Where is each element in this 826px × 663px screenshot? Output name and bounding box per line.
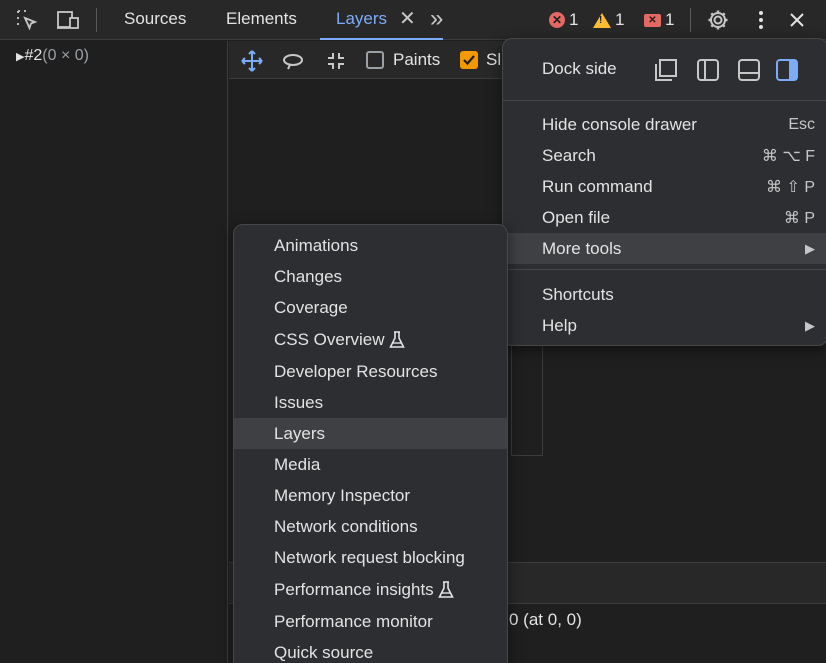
menu-item-shortcut: Esc [788, 115, 815, 133]
experiment-flask-icon [437, 580, 454, 598]
undock-icon[interactable] [653, 57, 679, 83]
devtools-toolbar: Sources Elements Layers ✕ » ✕ 1 ! 1 ✕ 1 [0, 0, 826, 40]
layer-size: (0 × 0) [42, 47, 89, 64]
warnings-badge[interactable]: ! 1 [593, 9, 624, 31]
menu-item-label: Help [542, 315, 577, 335]
submenu-item-layers[interactable]: Layers [234, 418, 507, 449]
toolbar-separator [690, 8, 691, 32]
submenu-item-label: Animations [274, 235, 359, 255]
rotate-mode-icon[interactable] [280, 48, 306, 74]
submenu-item-coverage[interactable]: Coverage [234, 292, 507, 323]
error-icon: ✕ [549, 12, 565, 28]
menu-item-hide-console-drawer[interactable]: Hide console drawer Esc [503, 109, 826, 140]
submenu-item-animations[interactable]: Animations [234, 230, 507, 261]
reset-transform-icon[interactable] [323, 48, 349, 74]
warnings-count: 1 [615, 10, 625, 29]
dock-right-icon[interactable] [774, 57, 800, 83]
close-icon[interactable] [783, 6, 811, 34]
dock-left-icon[interactable] [695, 57, 721, 83]
slow-scroll-checkbox[interactable] [460, 51, 478, 69]
submenu-item-label: Developer Resources [274, 361, 438, 381]
issues-badge[interactable]: ✕ 1 [644, 9, 674, 31]
menu-divider [503, 100, 826, 101]
submenu-item-memory-inspector[interactable]: Memory Inspector [234, 480, 507, 511]
dock-bottom-icon[interactable] [736, 57, 762, 83]
submenu-item-label: Network conditions [274, 516, 418, 536]
paints-label: Paints [393, 50, 441, 69]
submenu-item-label: Layers [274, 423, 326, 443]
submenu-item-label: Changes [274, 266, 343, 286]
submenu-item-network-request-blocking[interactable]: Network request blocking [234, 542, 507, 573]
menu-item-search[interactable]: Search ⌘ ⌥ F [503, 140, 826, 171]
menu-item-label: Run command [542, 176, 653, 196]
submenu-item-label: Performance monitor [274, 611, 433, 631]
menu-item-shortcut: ⌘ ⇧ P [766, 178, 815, 196]
menu-item-label: More tools [542, 238, 622, 258]
menu-item-shortcut: ⌘ ⌥ F [761, 147, 815, 165]
submenu-item-label: Media [274, 454, 321, 474]
layer-id: #2 [24, 47, 43, 64]
issue-icon: ✕ [644, 13, 661, 27]
menu-item-shortcut: ⌘ P [783, 209, 815, 227]
submenu-item-quick-source[interactable]: Quick source [234, 637, 507, 663]
menu-item-help[interactable]: Help ▶ [503, 310, 826, 341]
submenu-item-label: CSS Overview [274, 329, 385, 349]
more-tools-submenu: Animations Changes Coverage CSS Overview… [233, 224, 508, 663]
errors-badge[interactable]: ✕ 1 [549, 9, 578, 31]
layer-canvas-rect [511, 330, 543, 456]
pan-mode-icon[interactable] [239, 48, 265, 74]
menu-item-open-file[interactable]: Open file ⌘ P [503, 202, 826, 233]
customize-menu: Dock side Hide console drawer Esc Search… [502, 38, 826, 346]
submenu-item-developer-resources[interactable]: Developer Resources [234, 356, 507, 387]
tab-close-icon[interactable]: ✕ [399, 0, 416, 40]
submenu-item-media[interactable]: Media [234, 449, 507, 480]
menu-divider [503, 269, 826, 270]
toolbar-separator [96, 8, 97, 32]
submenu-item-network-conditions[interactable]: Network conditions [234, 511, 507, 542]
warning-icon: ! [593, 12, 611, 28]
menu-item-shortcuts[interactable]: Shortcuts [503, 279, 826, 310]
layer-tree-item[interactable]: ▶#2(0 × 0) [16, 47, 89, 65]
menu-item-label: Search [542, 145, 596, 165]
experiment-flask-icon [388, 330, 405, 348]
layer-tree-pane: ▶#2(0 × 0) [0, 41, 228, 663]
submenu-item-label: Performance insights [274, 579, 434, 599]
menu-item-more-tools[interactable]: More tools ▶ [503, 233, 826, 264]
issues-count: 1 [665, 10, 675, 29]
device-toolbar-icon[interactable] [55, 6, 83, 34]
menu-item-label: Open file [542, 207, 611, 227]
menu-item-label: Hide console drawer [542, 114, 697, 134]
menu-item-label: Shortcuts [542, 284, 614, 304]
submenu-item-label: Memory Inspector [274, 485, 411, 505]
menu-item-run-command[interactable]: Run command ⌘ ⇧ P [503, 171, 826, 202]
submenu-item-performance-insights[interactable]: Performance insights [234, 574, 507, 605]
submenu-item-label: Coverage [274, 297, 348, 317]
dock-side-label: Dock side [542, 59, 617, 78]
submenu-arrow-icon: ▶ [805, 317, 815, 333]
paints-checkbox[interactable] [366, 51, 384, 69]
submenu-item-changes[interactable]: Changes [234, 261, 507, 292]
tab-sources[interactable]: Sources [124, 0, 186, 40]
submenu-item-label: Network request blocking [274, 547, 465, 567]
submenu-item-issues[interactable]: Issues [234, 387, 507, 418]
inspect-element-icon[interactable] [13, 6, 41, 34]
settings-gear-icon[interactable] [704, 6, 732, 34]
submenu-item-label: Issues [274, 392, 324, 412]
tab-layers[interactable]: Layers [320, 0, 444, 40]
tab-elements[interactable]: Elements [226, 0, 297, 40]
submenu-item-performance-monitor[interactable]: Performance monitor [234, 606, 507, 637]
errors-count: 1 [569, 10, 579, 29]
slow-scroll-label: Sl [486, 50, 502, 69]
more-tabs-icon[interactable]: » [430, 0, 443, 40]
submenu-item-label: Quick source [274, 642, 374, 662]
details-text: 0 (at 0, 0) [509, 610, 582, 629]
kebab-menu-icon[interactable] [747, 6, 775, 34]
submenu-arrow-icon: ▶ [805, 240, 815, 256]
tab-layers-label: Layers [336, 9, 388, 28]
submenu-item-css-overview[interactable]: CSS Overview [234, 324, 507, 355]
